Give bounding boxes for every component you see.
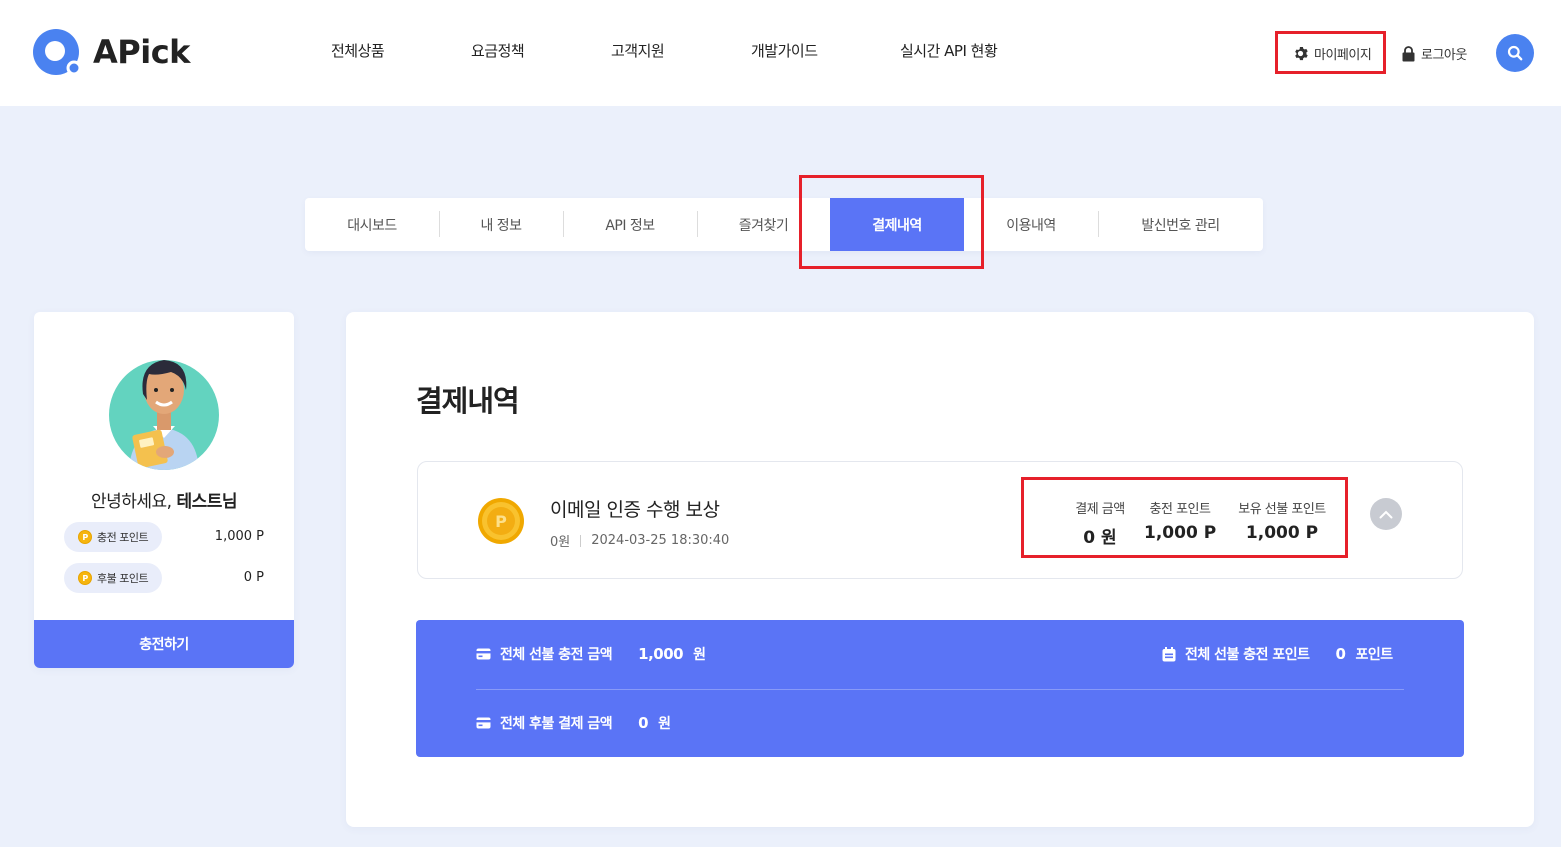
apick-logo-icon xyxy=(33,28,82,76)
prepaid-points-label: 전체 선불 충전 포인트 xyxy=(1185,647,1310,663)
greeting: 안녕하세요, 테스트님 xyxy=(34,487,294,512)
charge-points-row: P 충전 포인트 1,000 P xyxy=(64,522,264,552)
postpaid-total-value: 0 xyxy=(638,714,649,732)
gear-icon xyxy=(1295,46,1308,61)
page-title: 결제내역 xyxy=(416,384,520,418)
card-icon xyxy=(476,717,491,729)
nav-all-products[interactable]: 전체상품 xyxy=(331,40,385,61)
nav-pricing[interactable]: 요금정책 xyxy=(471,40,525,61)
paid-amount-label: 결제 금액 xyxy=(1075,502,1125,517)
postpaid-points-label: 후불 포인트 xyxy=(97,572,149,585)
logo-text: APick xyxy=(93,33,190,71)
tab-payment-history[interactable]: 결제내역 xyxy=(830,198,964,251)
coin-icon: P xyxy=(78,530,92,544)
search-button[interactable] xyxy=(1496,34,1534,72)
postpaid-total-row: 전체 후불 결제 금액 0 원 xyxy=(476,713,671,733)
lock-icon xyxy=(1402,45,1415,61)
paid-amount-value: 0 원 xyxy=(1083,528,1117,548)
charged-points-label: 충전 포인트 xyxy=(1149,502,1211,517)
prepaid-points-unit: 포인트 xyxy=(1355,647,1393,663)
tab-usage-history[interactable]: 이용내역 xyxy=(964,198,1098,251)
tab-my-info[interactable]: 내 정보 xyxy=(439,198,563,251)
postpaid-points-row: P 후불 포인트 0 P xyxy=(64,563,264,593)
prepaid-total-unit: 원 xyxy=(693,647,706,663)
postpaid-points-value: 0 P xyxy=(243,570,264,585)
charge-points-label: 충전 포인트 xyxy=(97,531,149,544)
meta-divider xyxy=(580,534,582,547)
greeting-prefix: 안녕하세요, xyxy=(90,492,177,512)
holding-points-label: 보유 선불 포인트 xyxy=(1238,502,1326,517)
postpaid-total-unit: 원 xyxy=(658,716,671,732)
holding-points-value: 1,000 P xyxy=(1245,523,1319,543)
header: APick 전체상품 요금정책 고객지원 개발가이드 실시간 API 현황 마이… xyxy=(0,0,1561,106)
coin-icon: P xyxy=(78,571,92,585)
calendar-icon xyxy=(1162,646,1176,661)
payment-amount: 0원 xyxy=(550,535,571,550)
postpaid-points-badge: P 후불 포인트 xyxy=(64,563,163,593)
chevron-up-icon xyxy=(1379,510,1393,518)
payment-item[interactable]: P 이메일 인증 수행 보상 0원 2024-03-25 18:30:40 결제… xyxy=(417,461,1463,579)
nav-support[interactable]: 고객지원 xyxy=(611,40,665,61)
nav-dev-guide[interactable]: 개발가이드 xyxy=(751,40,818,61)
charged-points-value: 1,000 P xyxy=(1144,523,1217,543)
coin-symbol: P xyxy=(495,512,507,531)
postpaid-total-label: 전체 후불 결제 금액 xyxy=(500,716,613,732)
collapse-button[interactable] xyxy=(1370,498,1402,530)
logout-link[interactable]: 로그아웃 xyxy=(1402,44,1467,63)
prepaid-total-label: 전체 선불 충전 금액 xyxy=(500,647,613,663)
prepaid-total-value: 1,000 xyxy=(638,645,684,663)
paid-amount-col: 결제 금액 0 원 xyxy=(1068,498,1132,548)
user-name: 테스트님 xyxy=(176,492,238,512)
payment-meta: 0원 2024-03-25 18:30:40 xyxy=(550,531,729,550)
prepaid-points-row: 전체 선불 충전 포인트 0 포인트 xyxy=(1162,644,1393,664)
charged-points-col: 충전 포인트 1,000 P xyxy=(1144,498,1216,543)
mypage-label: 마이페이지 xyxy=(1314,48,1372,63)
tab-api-info[interactable]: API 정보 xyxy=(563,198,697,251)
holding-points-col: 보유 선불 포인트 1,000 P xyxy=(1232,498,1332,543)
card-icon xyxy=(476,648,491,660)
main-panel: 결제내역 P 이메일 인증 수행 보상 0원 2024-03-25 18:30:… xyxy=(346,312,1534,827)
mypage-link[interactable]: 마이페이지 xyxy=(1293,44,1372,63)
tab-dashboard[interactable]: 대시보드 xyxy=(305,198,439,251)
logo[interactable]: APick xyxy=(33,28,190,76)
payment-datetime: 2024-03-25 18:30:40 xyxy=(591,533,730,548)
coin-icon: P xyxy=(477,497,525,545)
profile-card: 안녕하세요, 테스트님 P 충전 포인트 1,000 P P 후불 포인트 0 … xyxy=(34,312,294,668)
tab-sender-number[interactable]: 발신번호 관리 xyxy=(1098,198,1263,251)
nav-realtime-api[interactable]: 실시간 API 현황 xyxy=(900,40,998,61)
logout-label: 로그아웃 xyxy=(1421,48,1467,63)
tab-favorites[interactable]: 즐겨찾기 xyxy=(697,198,830,251)
mypage-tabs: 대시보드 내 정보 API 정보 즐겨찾기 결제내역 이용내역 발신번호 관리 xyxy=(305,198,1263,251)
charge-button[interactable]: 충전하기 xyxy=(34,620,294,668)
charge-points-badge: P 충전 포인트 xyxy=(64,522,163,552)
search-icon xyxy=(1507,45,1523,61)
charge-points-value: 1,000 P xyxy=(214,529,264,544)
summary-divider xyxy=(476,689,1404,690)
payment-title: 이메일 인증 수행 보상 xyxy=(550,499,720,521)
payment-summary: 전체 선불 충전 금액 1,000 원 전체 선불 충전 포인트 0 포인트 전… xyxy=(416,620,1464,757)
prepaid-points-value: 0 xyxy=(1335,645,1346,663)
prepaid-total-row: 전체 선불 충전 금액 1,000 원 xyxy=(476,644,706,664)
avatar xyxy=(109,340,219,470)
